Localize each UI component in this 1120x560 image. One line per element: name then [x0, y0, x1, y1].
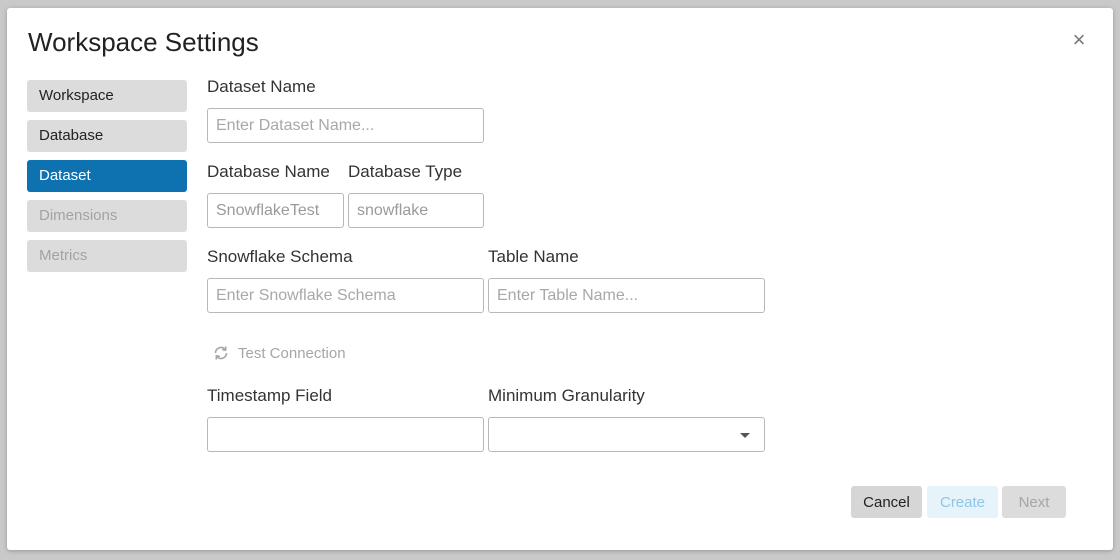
dataset-name-input[interactable]	[207, 108, 484, 143]
table-name-input[interactable]	[488, 278, 765, 313]
refresh-icon	[214, 346, 228, 360]
database-type-label: Database Type	[348, 162, 463, 181]
database-type-field	[348, 193, 484, 228]
sidebar-item-label: Dataset	[39, 167, 91, 184]
sidebar-item-metrics[interactable]: Metrics	[27, 240, 187, 272]
cancel-button[interactable]: Cancel	[851, 486, 922, 518]
next-button[interactable]: Next	[1002, 486, 1066, 518]
create-button[interactable]: Create	[927, 486, 998, 518]
database-name-field	[207, 193, 344, 228]
timestamp-field-input[interactable]	[207, 417, 484, 452]
sidebar-item-label: Dimensions	[39, 207, 118, 224]
dialog-title: Workspace Settings	[28, 27, 259, 57]
snowflake-schema-label: Snowflake Schema	[207, 247, 353, 266]
sidebar-item-label: Workspace	[39, 87, 114, 104]
database-name-label: Database Name	[207, 162, 330, 181]
test-connection-label: Test Connection	[238, 344, 346, 362]
sidebar-item-dataset[interactable]: Dataset	[27, 160, 187, 192]
sidebar-item-label: Metrics	[39, 247, 88, 264]
timestamp-field-label: Timestamp Field	[207, 386, 333, 405]
minimum-granularity-label: Minimum Granularity	[488, 386, 645, 405]
sidebar-item-database[interactable]: Database	[27, 120, 187, 152]
sidebar-item-workspace[interactable]: Workspace	[27, 80, 187, 112]
table-name-label: Table Name	[488, 247, 579, 266]
minimum-granularity-select[interactable]	[488, 417, 765, 452]
test-connection-button[interactable]: Test Connection	[212, 342, 346, 364]
workspace-settings-dialog: Workspace Settings × Workspace Database …	[7, 8, 1113, 550]
snowflake-schema-input[interactable]	[207, 278, 484, 313]
close-icon[interactable]: ×	[1069, 28, 1089, 52]
chevron-down-icon	[740, 433, 750, 438]
sidebar-item-dimensions[interactable]: Dimensions	[27, 200, 187, 232]
sidebar-item-label: Database	[39, 127, 104, 144]
dataset-name-label: Dataset Name	[207, 77, 316, 96]
